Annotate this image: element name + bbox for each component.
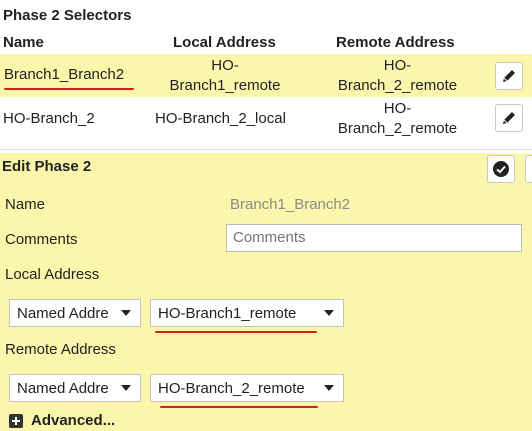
remote-address-label: Remote Address bbox=[5, 341, 116, 358]
plus-square-icon bbox=[9, 413, 23, 428]
advanced-toggle[interactable]: Advanced... bbox=[8, 412, 115, 429]
row-local-address: HO- Branch1_remote bbox=[150, 56, 300, 96]
advanced-label: Advanced... bbox=[31, 412, 116, 429]
row-remote-line2: Branch_2_remote bbox=[337, 77, 458, 94]
local-address-type-select[interactable]: Named Addre bbox=[9, 299, 141, 327]
pencil-icon bbox=[503, 70, 515, 82]
edit-panel-title: Edit Phase 2 bbox=[2, 158, 92, 175]
row-remote-line1: HO- bbox=[383, 100, 412, 117]
remote-address-type-value: Named Addre bbox=[17, 379, 109, 397]
chevron-down-icon bbox=[121, 385, 131, 391]
row-local-line1: HO- bbox=[211, 57, 239, 74]
chevron-down-icon bbox=[121, 310, 131, 316]
column-header-local-address[interactable]: Local Address bbox=[173, 34, 276, 51]
annotation-underline bbox=[155, 331, 317, 333]
row-name: Branch1_Branch2 bbox=[4, 66, 125, 83]
remote-address-select[interactable]: HO-Branch_2_remote bbox=[150, 374, 344, 402]
chevron-down-icon bbox=[324, 310, 334, 316]
local-address-value: HO-Branch1_remote bbox=[158, 304, 297, 322]
row-remote-address: HO- Branch_2_remote bbox=[320, 56, 475, 96]
section-title: Phase 2 Selectors bbox=[3, 7, 132, 24]
annotation-underline bbox=[160, 406, 318, 408]
row-local-line2: Branch1_remote bbox=[169, 77, 281, 94]
local-address-label: Local Address bbox=[5, 266, 100, 283]
confirm-button[interactable] bbox=[487, 155, 515, 183]
column-header-name[interactable]: Name bbox=[3, 34, 44, 51]
remote-address-type-select[interactable]: Named Addre bbox=[9, 374, 141, 402]
cancel-button[interactable] bbox=[525, 155, 532, 183]
comments-field[interactable] bbox=[226, 224, 522, 252]
column-header-remote-address[interactable]: Remote Address bbox=[336, 34, 455, 51]
name-value: Branch1_Branch2 bbox=[230, 196, 351, 213]
row-local-address: HO-Branch_2_local bbox=[155, 110, 286, 127]
name-label: Name bbox=[5, 196, 46, 213]
edit-row-button[interactable] bbox=[495, 62, 523, 90]
checkmark-icon bbox=[493, 161, 509, 177]
edit-row-button[interactable] bbox=[495, 104, 523, 132]
local-address-select[interactable]: HO-Branch1_remote bbox=[150, 299, 344, 327]
annotation-underline bbox=[4, 88, 134, 90]
pencil-icon bbox=[503, 112, 515, 124]
row-remote-line2: Branch_2_remote bbox=[337, 120, 458, 137]
remote-address-value: HO-Branch_2_remote bbox=[158, 379, 305, 397]
row-remote-line1: HO- bbox=[383, 57, 412, 74]
row-remote-address: HO- Branch_2_remote bbox=[320, 99, 475, 139]
comments-label: Comments bbox=[5, 231, 78, 248]
local-address-type-value: Named Addre bbox=[17, 304, 109, 322]
chevron-down-icon bbox=[324, 385, 334, 391]
row-name: HO-Branch_2 bbox=[3, 110, 95, 127]
